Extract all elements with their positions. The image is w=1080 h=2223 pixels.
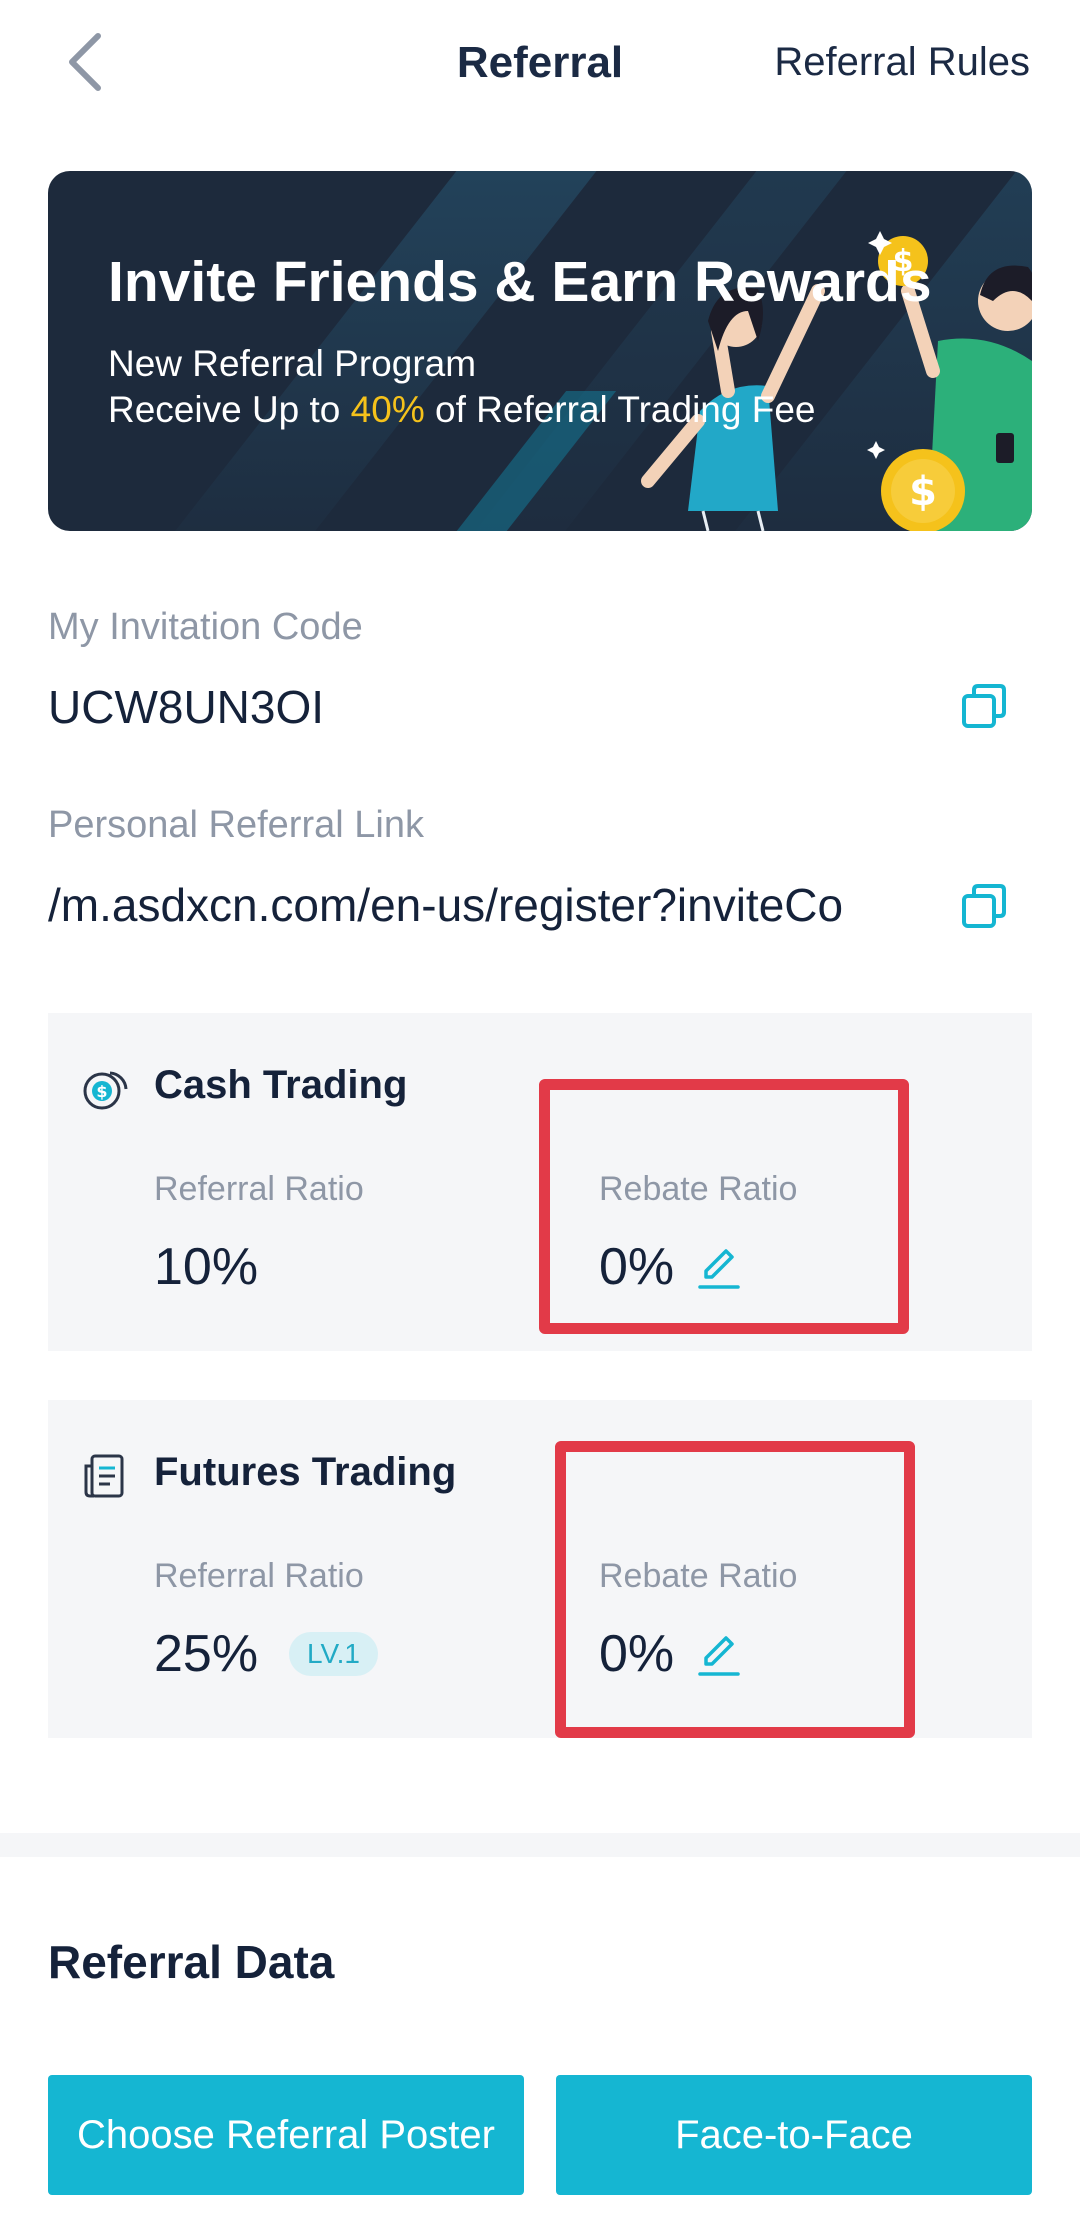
highlight-box [539,1079,909,1334]
referral-ratio-label: Referral Ratio [154,1557,364,1595]
top-bar: Referral Referral Rules [0,0,1080,130]
highlight-box [555,1441,915,1738]
banner-fee-line: Receive Up to 40% of Referral Trading Fe… [108,389,815,431]
futures-trading-title: Futures Trading [154,1450,457,1494]
referral-link-label: Personal Referral Link [48,804,424,846]
referral-ratio-label: Referral Ratio [154,1170,364,1208]
cash-trading-title: Cash Trading [154,1063,408,1107]
referral-data-title: Referral Data [48,1936,335,1988]
document-list-icon [84,1454,124,1498]
fee-prefix: Receive Up to [108,389,351,430]
svg-text:$: $ [909,469,937,515]
banner-title: Invite Friends & Earn Rewards [108,250,932,314]
fee-highlight: 40% [350,389,425,430]
referral-ratio-value: 25% [154,1625,259,1683]
banner-subtitle: New Referral Program [108,343,477,384]
copy-icon[interactable] [960,882,1008,930]
referral-rules-link[interactable]: Referral Rules [774,40,1030,85]
section-divider [0,1833,1080,1857]
face-to-face-button[interactable]: Face-to-Face [556,2075,1032,2195]
level-badge: LV.1 [289,1632,378,1676]
referral-link-value: /m.asdxcn.com/en-us/register?inviteCo [48,879,844,931]
invitation-code-label: My Invitation Code [48,606,363,648]
friends-illustration: $ $ [641,231,1032,531]
fee-suffix: of Referral Trading Fee [424,389,816,430]
copy-icon[interactable] [960,682,1008,730]
referral-ratio-value: 10% [154,1238,259,1296]
svg-text:$: $ [96,1082,107,1101]
choose-referral-poster-button[interactable]: Choose Referral Poster [48,2075,524,2195]
coin-dollar-icon: $ [83,1071,128,1110]
invitation-code-value: UCW8UN3OI [48,681,325,733]
promo-banner[interactable]: $ $ Invite Friends & Earn Rewards New Re… [48,171,1032,531]
